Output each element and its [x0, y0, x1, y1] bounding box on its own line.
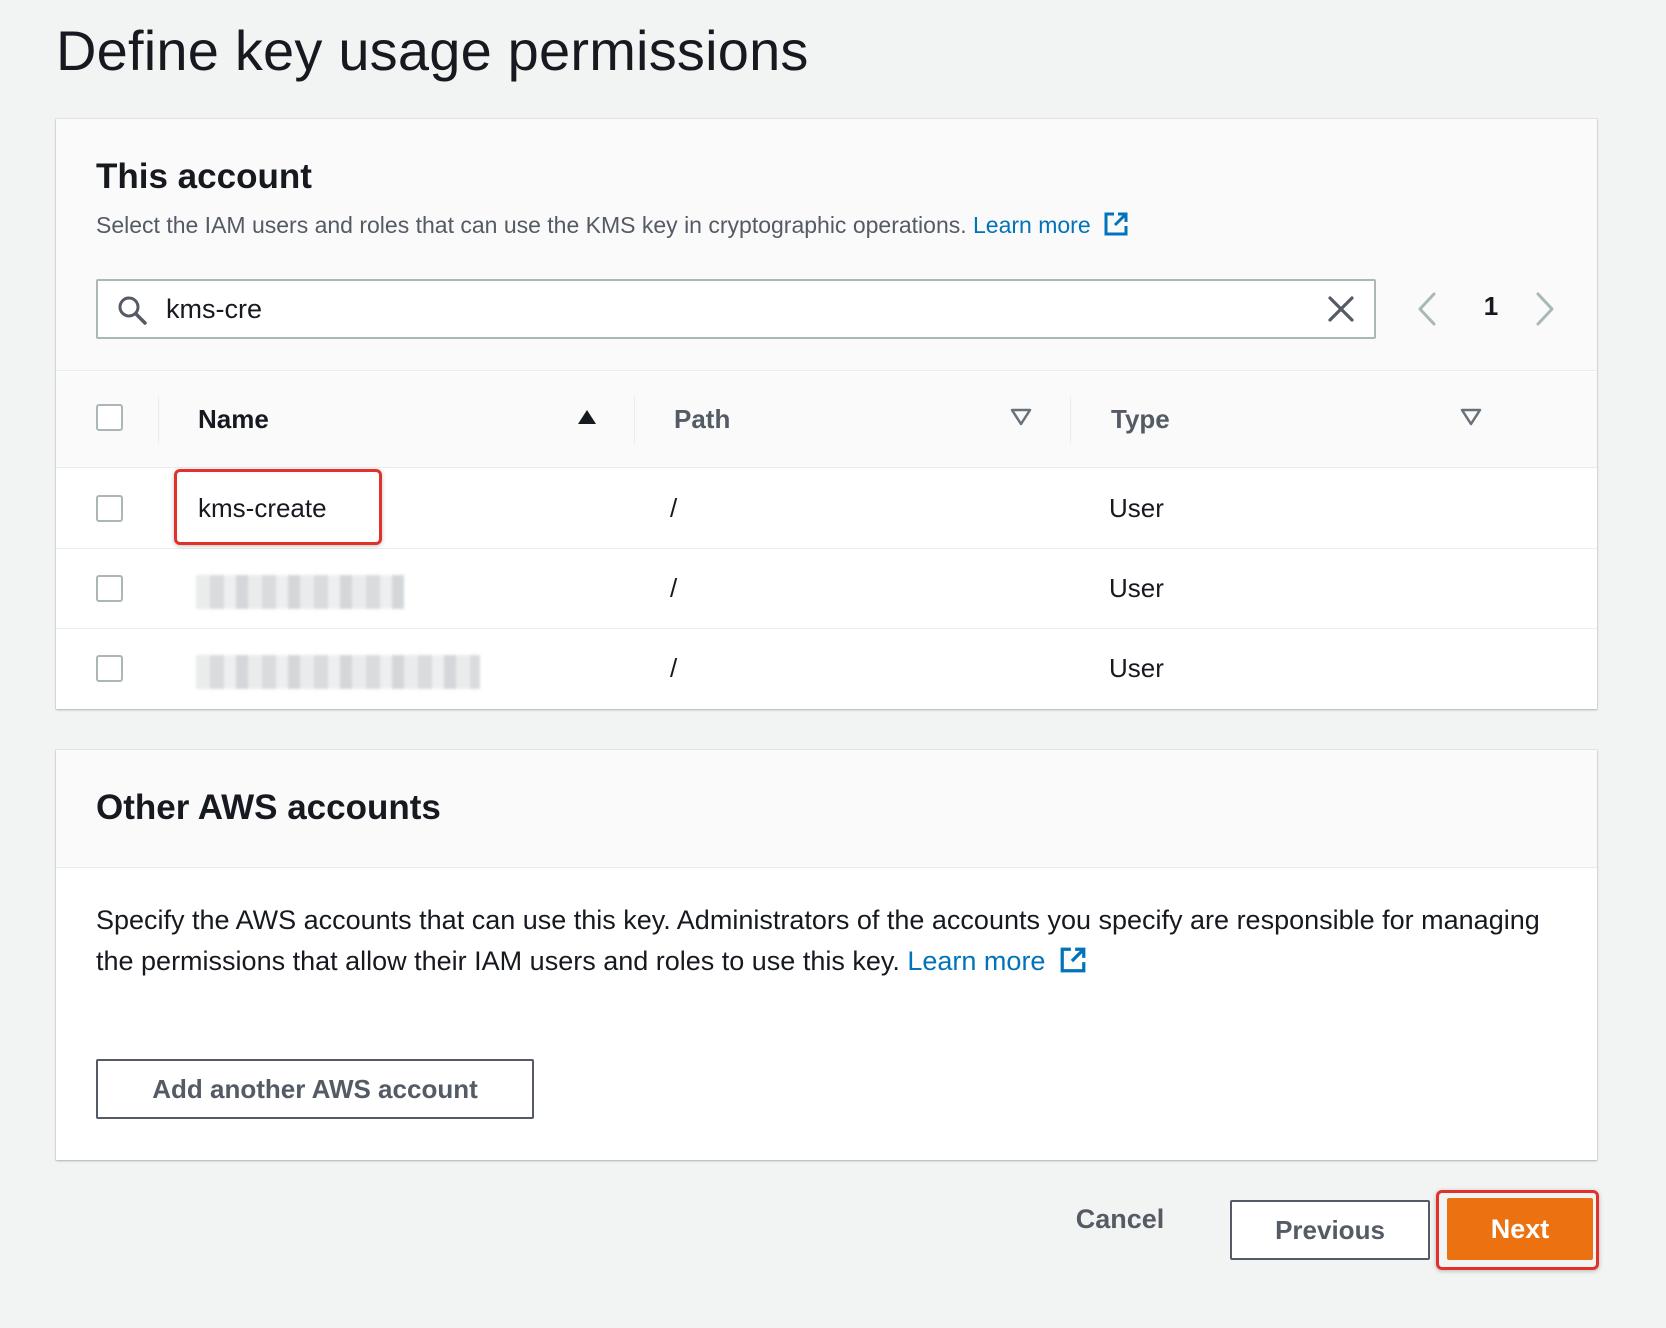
redacted-name	[196, 655, 480, 689]
row-checkbox[interactable]	[96, 495, 123, 522]
column-header-path[interactable]: Path	[674, 404, 730, 435]
other-accounts-description: Specify the AWS accounts that can use th…	[96, 900, 1556, 982]
next-button[interactable]: Next	[1447, 1198, 1593, 1260]
this-account-description: Select the IAM users and roles that can …	[96, 211, 1129, 239]
current-page-number[interactable]: 1	[1476, 291, 1506, 322]
external-link-icon	[1104, 212, 1128, 236]
this-account-learn-more-link[interactable]: Learn more	[973, 212, 1129, 238]
table-row[interactable]: / User	[56, 549, 1597, 629]
cell-type: User	[1109, 653, 1164, 683]
clear-search-icon[interactable]	[1326, 294, 1356, 324]
other-accounts-panel: Other AWS accounts Specify the AWS accou…	[56, 750, 1597, 1160]
row-checkbox[interactable]	[96, 655, 123, 682]
previous-button[interactable]: Previous	[1230, 1200, 1430, 1260]
page-title: Define key usage permissions	[56, 19, 809, 82]
sort-ascending-icon[interactable]	[576, 408, 598, 426]
column-divider	[1070, 396, 1071, 444]
cell-path: /	[670, 653, 678, 683]
cell-type: User	[1109, 573, 1164, 603]
learn-more-label: Learn more	[907, 946, 1046, 976]
cell-name: kms-create	[198, 493, 327, 523]
search-input[interactable]: kms-cre	[96, 279, 1376, 339]
sort-unsorted-icon[interactable]	[1460, 408, 1482, 426]
redacted-name	[196, 575, 404, 609]
this-account-panel: This account Select the IAM users and ro…	[56, 119, 1597, 709]
other-accounts-learn-more-link[interactable]: Learn more	[907, 946, 1087, 976]
other-accounts-header: Other AWS accounts	[56, 750, 1597, 868]
search-icon	[118, 296, 147, 325]
row-checkbox[interactable]	[96, 575, 123, 602]
search-value: kms-cre	[166, 294, 262, 324]
table-row[interactable]: kms-create / User	[56, 469, 1597, 549]
this-account-description-text: Select the IAM users and roles that can …	[96, 212, 967, 238]
other-accounts-title: Other AWS accounts	[96, 788, 441, 827]
this-account-title: This account	[96, 157, 312, 196]
select-all-checkbox[interactable]	[96, 404, 123, 431]
next-page-icon[interactable]	[1534, 291, 1556, 327]
learn-more-label: Learn more	[973, 212, 1091, 238]
this-account-header: This account Select the IAM users and ro…	[56, 119, 1597, 371]
column-header-name[interactable]: Name	[198, 404, 269, 435]
table-header: Name Path Type	[56, 372, 1597, 468]
cell-type: User	[1109, 493, 1164, 523]
add-another-aws-account-button[interactable]: Add another AWS account	[96, 1059, 534, 1119]
column-header-type[interactable]: Type	[1111, 404, 1170, 435]
sort-unsorted-icon[interactable]	[1010, 408, 1032, 426]
cancel-button[interactable]: Cancel	[1040, 1194, 1200, 1244]
column-divider	[634, 396, 635, 444]
cell-path: /	[670, 573, 678, 603]
column-divider	[158, 396, 159, 444]
cell-path: /	[670, 493, 678, 523]
previous-page-icon[interactable]	[1416, 291, 1438, 327]
external-link-icon	[1060, 947, 1086, 973]
other-accounts-description-text: Specify the AWS accounts that can use th…	[96, 905, 1540, 976]
table-row[interactable]: / User	[56, 629, 1597, 709]
page: Define key usage permissions This accoun…	[0, 0, 1666, 1328]
